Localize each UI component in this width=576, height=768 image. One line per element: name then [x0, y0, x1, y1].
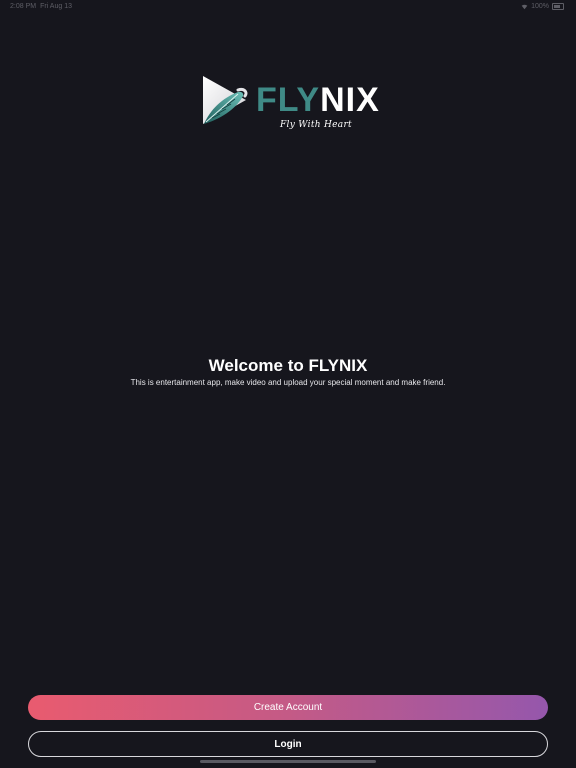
logo-wordmark-fly: FLY	[256, 81, 321, 119]
status-right: 100%	[521, 3, 564, 10]
status-left: 2:08 PM Fri Aug 13	[10, 3, 72, 10]
home-indicator	[200, 760, 376, 763]
logo-wordmark: FLYNIX	[256, 78, 380, 122]
app-logo: FLYNIX Fly With Heart	[200, 74, 379, 136]
wifi-icon	[521, 4, 528, 10]
status-date: Fri Aug 13	[40, 3, 72, 10]
welcome-description: This is entertainment app, make video an…	[130, 378, 446, 387]
status-time: 2:08 PM	[10, 3, 37, 10]
status-bar: 2:08 PM Fri Aug 13 100%	[0, 0, 576, 14]
battery-icon	[552, 3, 564, 10]
login-button[interactable]: Login	[28, 731, 548, 757]
battery-percent: 100%	[531, 3, 549, 10]
welcome-title: Welcome to FLYNIX	[208, 356, 368, 375]
logo-wordmark-nix: NIX	[320, 81, 380, 119]
logo-tagline: Fly With Heart	[280, 120, 352, 130]
play-feather-logo-icon	[203, 76, 248, 124]
create-account-button[interactable]: Create Account	[28, 695, 548, 720]
